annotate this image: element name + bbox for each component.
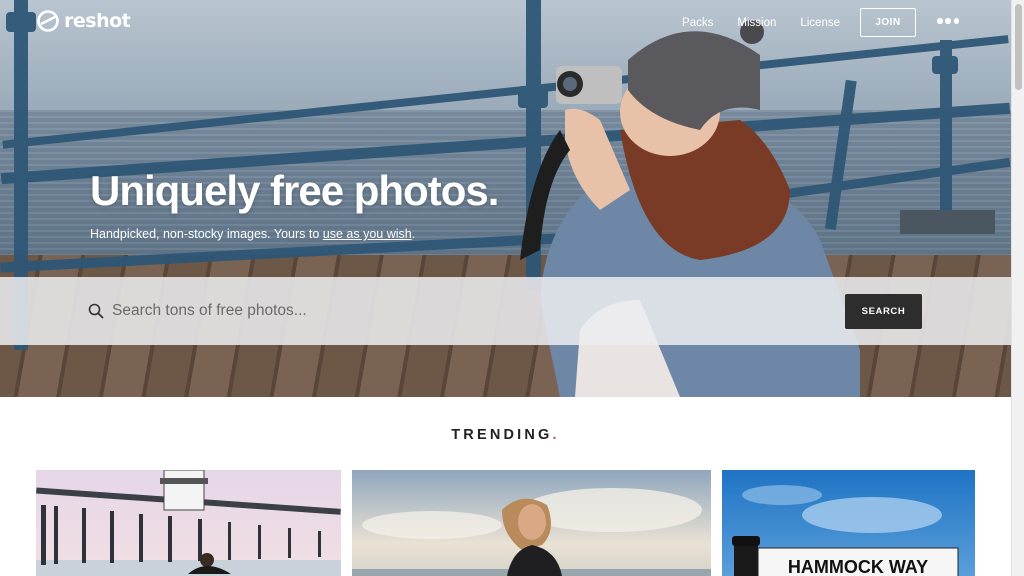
page-scrollbar[interactable] — [1011, 0, 1024, 576]
hammock-way-photo: HAMMOCK WAY — [722, 470, 975, 576]
pier-photo — [36, 470, 341, 576]
brand-logo[interactable]: reshot — [36, 9, 131, 33]
brand-name: reshot — [64, 10, 131, 32]
search-bar: SEARCH — [0, 277, 1011, 345]
trending-accent-dot: . — [552, 427, 560, 443]
trending-card-hammock[interactable]: HAMMOCK WAY — [722, 470, 975, 576]
more-menu-icon[interactable] — [937, 14, 959, 28]
hero-subtitle-text: Handpicked, non-stocky images. Yours to — [90, 227, 323, 241]
search-input[interactable] — [112, 297, 812, 325]
hero-subtitle-end: . — [411, 227, 416, 241]
nav-link-license[interactable]: License — [800, 17, 840, 29]
trending-heading-text: TRENDING — [451, 427, 553, 443]
hero-title: Uniquely free photos. — [90, 167, 499, 214]
nav-link-mission[interactable]: Mission — [737, 17, 776, 29]
hammock-way-sign-text: HAMMOCK WAY — [788, 557, 928, 576]
search-button[interactable]: SEARCH — [845, 294, 922, 329]
beach-woman-photo — [352, 470, 711, 576]
top-nav: Packs Mission License JOIN — [682, 8, 956, 37]
trending-card-pier[interactable] — [36, 470, 341, 576]
use-as-you-wish-link[interactable]: use as you wish — [323, 227, 412, 241]
search-icon — [88, 303, 104, 319]
hero-subtitle: Handpicked, non-stocky images. Yours to … — [90, 227, 415, 241]
trending-card-beach[interactable] — [352, 470, 711, 576]
join-button[interactable]: JOIN — [860, 8, 916, 37]
scrollbar-thumb[interactable] — [1015, 4, 1022, 90]
reshot-logo-icon — [37, 10, 59, 32]
nav-link-packs[interactable]: Packs — [682, 17, 713, 29]
trending-heading: TRENDING. — [0, 427, 1011, 443]
